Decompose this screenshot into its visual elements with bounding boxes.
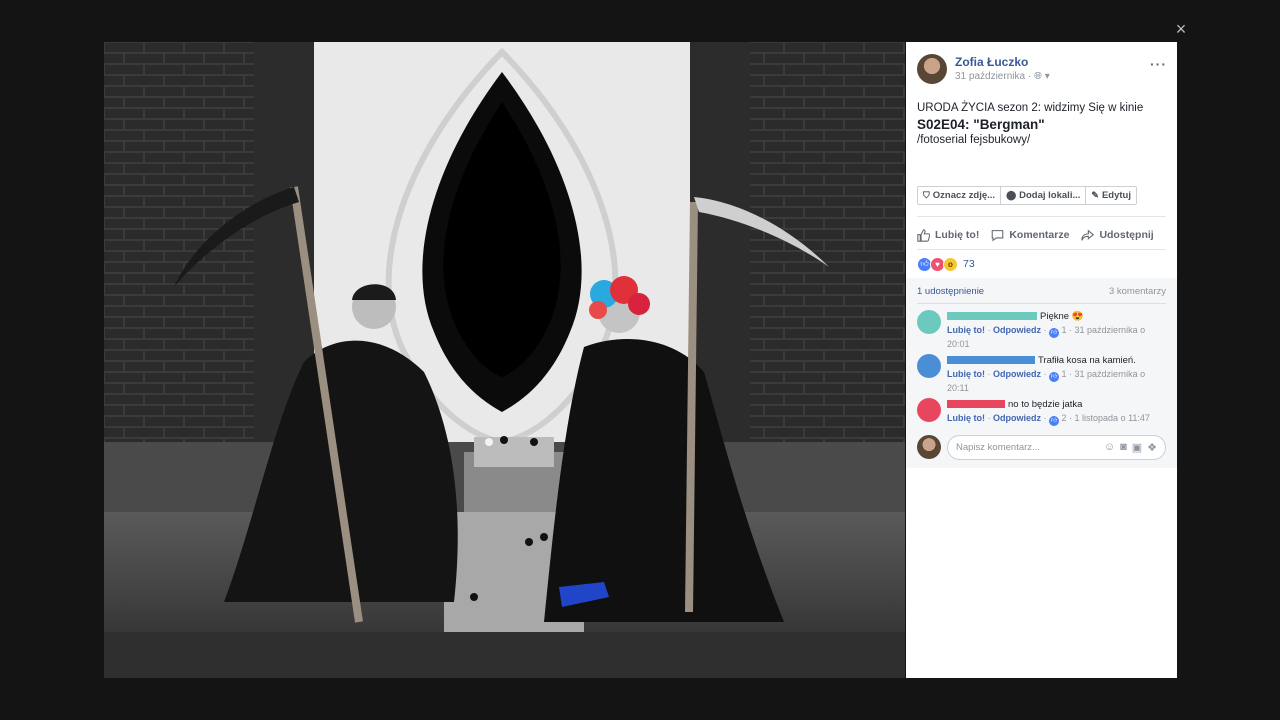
comment-text: Piękne 😍 [1040,310,1084,322]
divider [917,303,1166,304]
like-button[interactable]: Lubię to! [917,225,979,245]
like-label: Lubię to! [935,229,980,241]
post-text-line1: URODA ŻYCIA sezon 2: widzimy Się w kinie [917,102,1144,114]
comment-label: Komentarze [1009,229,1070,241]
commenter-avatar[interactable] [917,398,941,422]
more-options-icon[interactable]: ··· [1150,56,1167,72]
divider [917,216,1166,217]
thumbs-up-icon [917,228,930,242]
commenter-name[interactable] [947,356,1035,364]
gif-icon[interactable]: ▣ [1132,441,1142,454]
add-location-button[interactable]: ⬤ Dodaj lokali... [1001,187,1087,204]
post-panel: Zofia Łuczko 31 października · 🌐︎ ▾ ··· … [906,42,1177,678]
comments-count[interactable]: 3 komentarzy [1109,286,1166,297]
comment-text: no to będzie jatka [1008,398,1083,410]
tag-photo-label: Oznacz zdję... [932,190,996,201]
author-avatar[interactable] [917,54,947,84]
pencil-icon: ✎ [1091,190,1099,200]
shares-count[interactable]: 1 udostępnienie [917,286,984,297]
like-badge-icon: 👍︎ [1049,372,1059,382]
post-actions: Lubię to! Komentarze Udostępnij [917,225,1167,245]
comment-input-placeholder: Napisz komentarz... [956,442,1040,453]
comment-like-link[interactable]: Lubię to! [947,369,985,379]
comment-composer: Napisz komentarz... ☺ ◙ ▣ ❖ [917,435,1167,461]
comment-like-link[interactable]: Lubię to! [947,413,985,423]
edit-button[interactable]: ✎ Edytuj [1086,187,1136,204]
camera-icon[interactable]: ◙ [1120,441,1127,454]
comment-like-count: 1 [1061,369,1067,379]
globe-icon: 🌐︎ [1033,71,1042,82]
commenter-avatar[interactable] [917,354,941,378]
add-location-label: Dodaj lokali... [1019,190,1081,201]
comment-icon [992,229,1004,241]
photo-tools-bar: ⛉ Oznacz zdję... ⬤ Dodaj lokali... ✎ Edy… [917,186,1137,205]
comment-like-count: 2 [1061,413,1067,423]
comment-input[interactable]: Napisz komentarz... ☺ ◙ ▣ ❖ [947,435,1166,460]
sticker-icon[interactable]: ❖ [1147,441,1157,454]
post-header: Zofia Łuczko 31 października · 🌐︎ ▾ ··· [917,54,1167,86]
composer-icons: ☺ ◙ ▣ ❖ [1104,441,1157,454]
audience-chevron-icon[interactable]: ▾ [1045,71,1050,82]
author-name[interactable]: Zofia Łuczko [955,55,1028,69]
reactions-count[interactable]: 73 [963,258,975,270]
post-meta: 31 października · 🌐︎ ▾ [955,71,1050,82]
share-button[interactable]: Udostępnij [1081,225,1154,245]
commenter-name[interactable] [947,400,1005,408]
post-text-line3: /fotoserial fejsbukowy/ [917,134,1031,146]
divider [917,249,1166,250]
comment-reply-link[interactable]: Odpowiedz [993,369,1041,379]
comment-meta: Lubię to! · Odpowiedz · 👍︎ 1 · 31 paździ… [947,369,1146,393]
photo-illustration [104,42,905,678]
tag-icon: ⛉ [923,190,930,200]
post-date[interactable]: 31 października · [955,71,1034,82]
location-pin-icon: ⬤ [1006,190,1017,200]
comment-meta: Lubię to! · Odpowiedz · 👍︎ 1 · 31 paździ… [947,325,1146,349]
comment-reply-link[interactable]: Odpowiedz [993,325,1041,335]
edit-label: Edytuj [1101,190,1131,201]
comment-time[interactable]: 1 listopada o 11:47 [1075,413,1150,423]
share-label: Udostępnij [1099,229,1154,241]
post-text: URODA ŻYCIA sezon 2: widzimy Się w kinie… [917,101,1167,148]
post-photo[interactable] [104,42,905,678]
tag-photo-button[interactable]: ⛉ Oznacz zdję... [918,187,1002,204]
viewer-avatar[interactable] [917,435,941,459]
comment-button[interactable]: Komentarze [991,225,1069,245]
commenter-name[interactable] [947,312,1037,320]
post-text-line2: S02E04: "Bergman" [917,117,1045,132]
emoji-icon[interactable]: ☺ [1104,441,1115,454]
comment-like-count: 1 [1061,325,1067,335]
close-button[interactable]: × [1172,20,1190,38]
like-badge-icon: 👍︎ [1049,328,1059,338]
comment-like-link[interactable]: Lubię to! [947,325,985,335]
like-badge-icon: 👍︎ [1049,416,1059,426]
commenter-avatar[interactable] [917,310,941,334]
comment-meta: Lubię to! · Odpowiedz · 👍︎ 2 · 1 listopa… [947,413,1150,426]
comment-reply-link[interactable]: Odpowiedz [993,413,1041,423]
comment-text: Trafiła kosa na kamień. [1038,354,1136,366]
share-icon [1081,228,1095,241]
wow-reaction-icon: o [943,256,958,272]
reactions-summary[interactable]: 👍︎ ♥ o 73 [917,256,975,272]
